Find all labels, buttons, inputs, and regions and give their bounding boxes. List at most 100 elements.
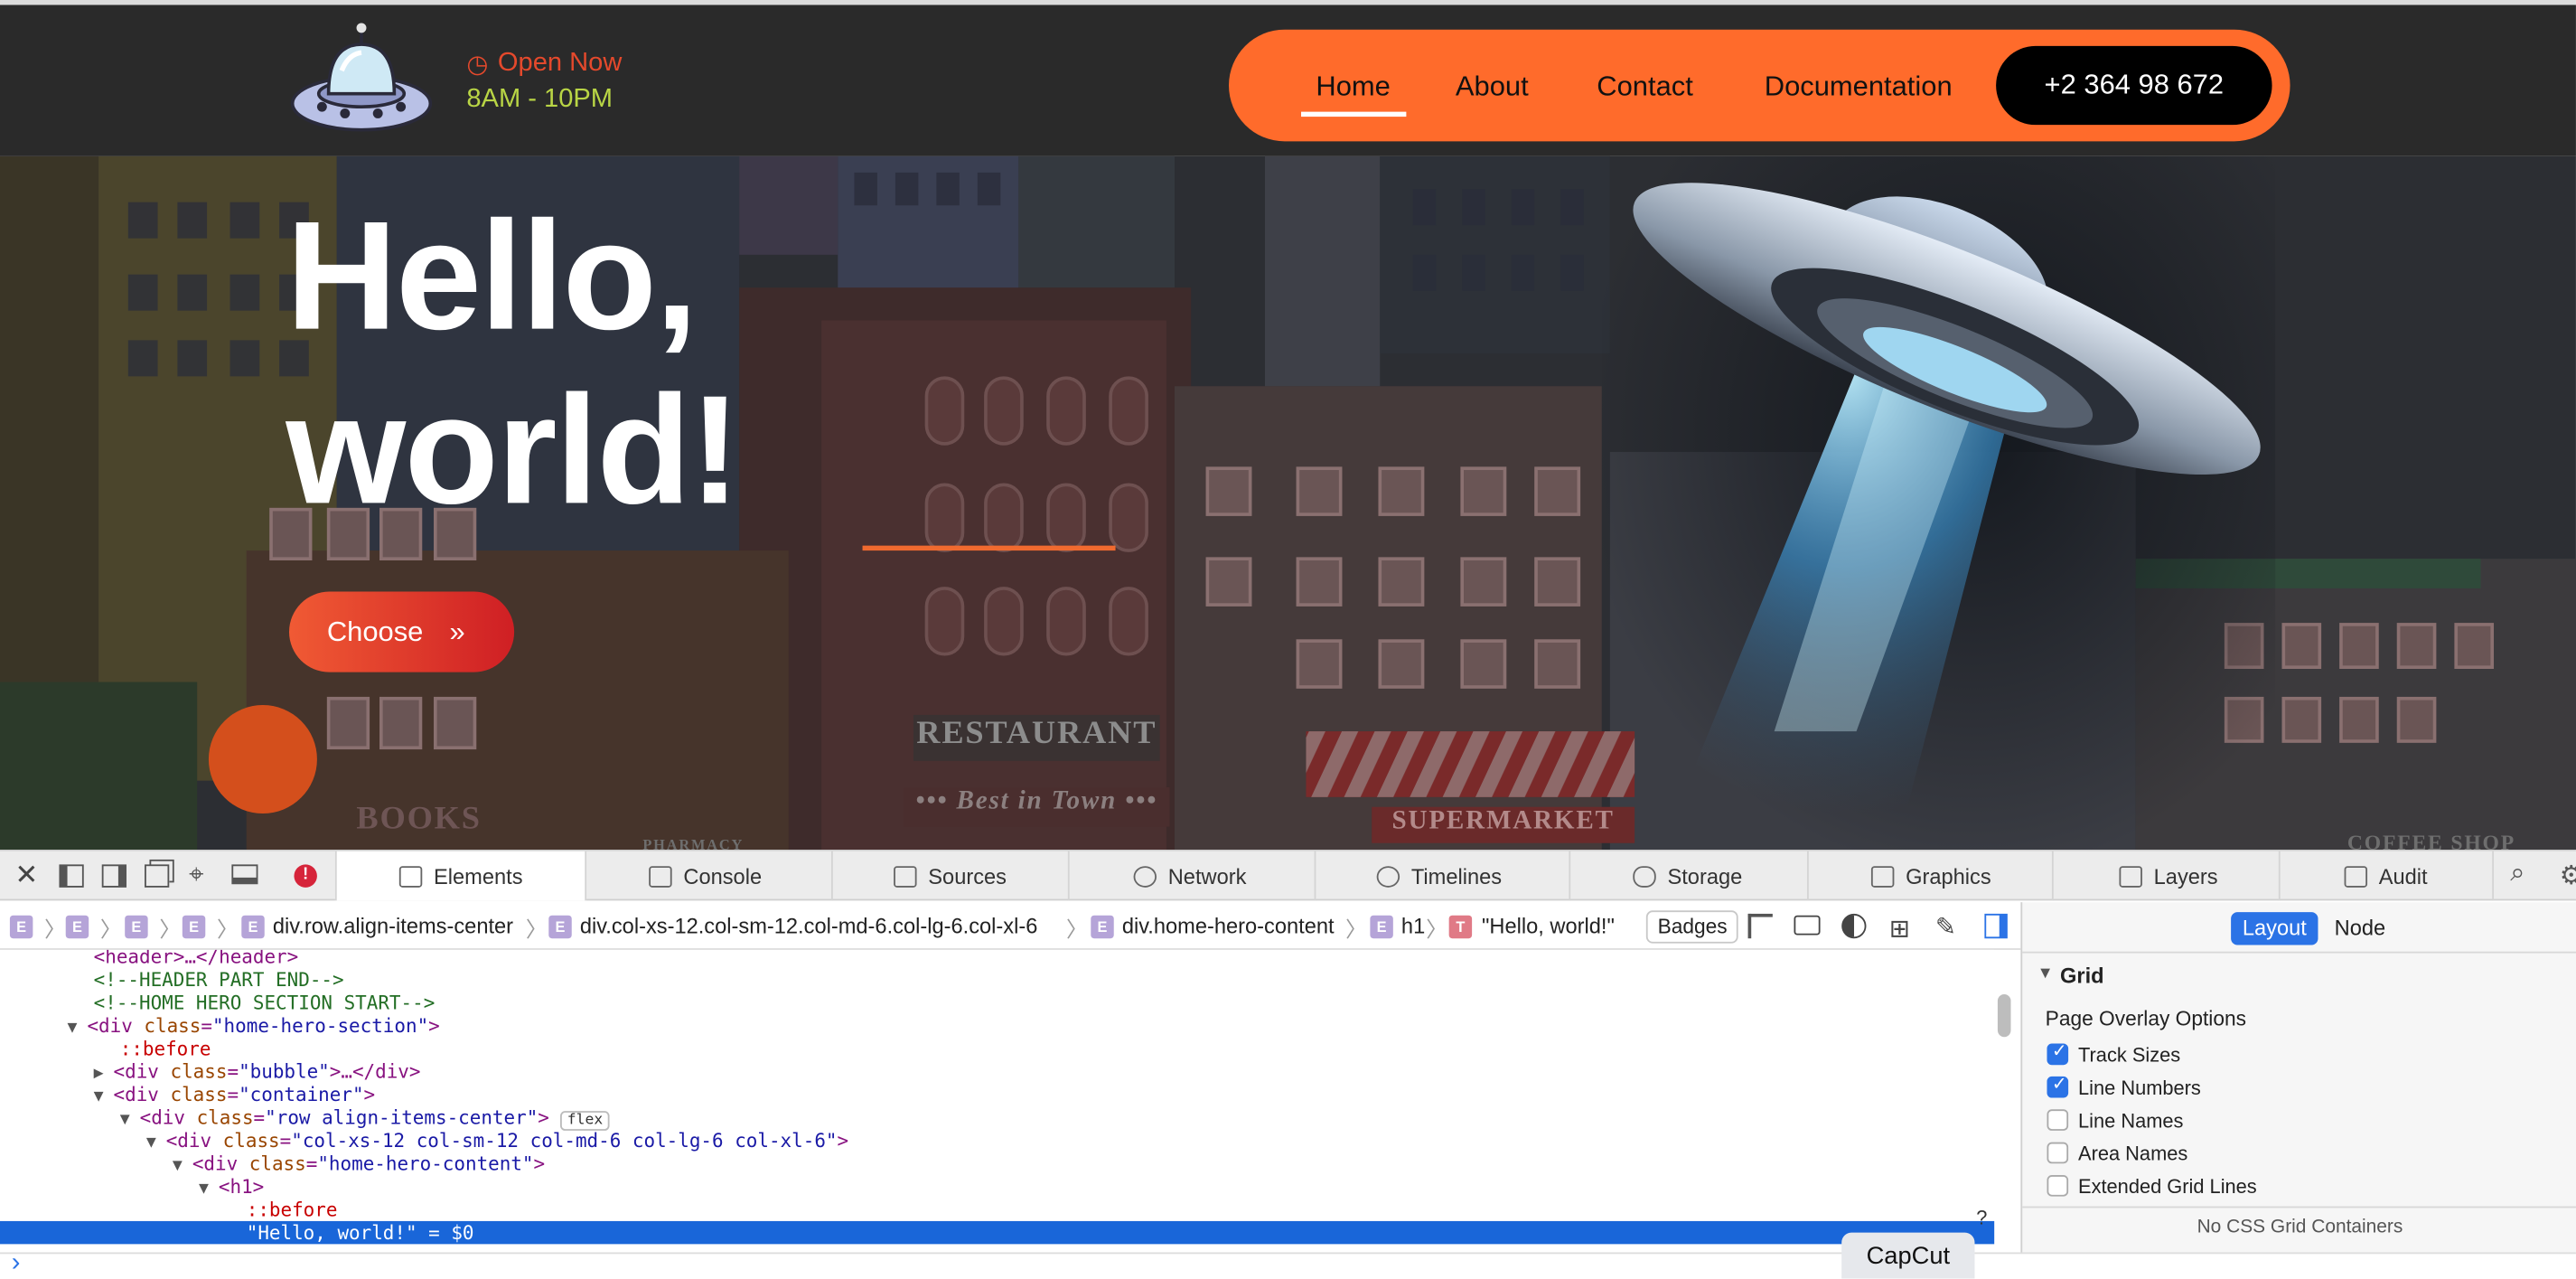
- breadcrumb-separator: 〉: [1066, 917, 1088, 942]
- dom-node[interactable]: ▼ <div class="row align-items-center"> f…: [120, 1106, 1995, 1131]
- breadcrumb-item-hero-content[interactable]: div.home-hero-content: [1122, 914, 1335, 938]
- breadcrumb-item-col[interactable]: div.col-xs-12.col-sm-12.col-md-6.col-lg-…: [580, 914, 1038, 938]
- dom-pseudo-element[interactable]: ::before: [247, 1198, 1995, 1220]
- tab-node[interactable]: Node: [2335, 916, 2386, 940]
- dock-left-icon[interactable]: [59, 864, 84, 888]
- line-names-checkbox[interactable]: [2047, 1109, 2069, 1131]
- dom-node[interactable]: ▼ <div class="home-hero-content">: [173, 1152, 1994, 1175]
- dom-node[interactable]: ▼ <h1>: [199, 1175, 1994, 1198]
- settings-gear-icon[interactable]: ⚙: [2560, 860, 2576, 892]
- audit-tab-icon: [2344, 865, 2368, 887]
- tab-storage[interactable]: Storage: [1570, 851, 1809, 901]
- best-in-town-sign: ••• Best in Town •••: [904, 786, 1170, 827]
- tab-layers[interactable]: Layers: [2054, 851, 2281, 901]
- rulers-icon[interactable]: [1747, 913, 1773, 939]
- elements-tab-icon: [398, 865, 423, 887]
- choose-button[interactable]: Choose »: [289, 591, 515, 672]
- tab-elements[interactable]: Elements: [334, 851, 587, 901]
- edit-brush-icon[interactable]: ✎: [1935, 912, 1956, 942]
- element-badge[interactable]: E: [9, 915, 33, 939]
- help-icon[interactable]: ?: [1976, 1207, 1987, 1229]
- dom-scrollbar[interactable]: [1997, 994, 2011, 1038]
- line-numbers-checkbox[interactable]: ✓: [2047, 1075, 2069, 1098]
- hero-title: Hello, world!: [286, 189, 741, 537]
- details-sidebar: Layout Node ▼ Grid Page Overlay Options …: [2020, 902, 2576, 1279]
- disclosure-triangle-icon[interactable]: ▼: [2037, 964, 2054, 983]
- supermarket-sign: SUPERMARKET: [1372, 806, 1635, 843]
- breadcrumb-separator: 〉: [44, 917, 66, 942]
- dom-node[interactable]: ▼ <div class="home-hero-section">: [68, 1014, 1995, 1037]
- error-indicator-icon[interactable]: !: [294, 864, 317, 888]
- device-preview-icon[interactable]: [231, 864, 258, 885]
- breadcrumb: E 〉 E 〉 E 〉 E 〉 E div.row.align-items-ce…: [0, 902, 2021, 950]
- storage-tab-icon: [1633, 865, 1656, 887]
- dom-pseudo-element[interactable]: ::before: [120, 1037, 1995, 1059]
- dock-right-icon[interactable]: [101, 864, 127, 888]
- element-badge[interactable]: E: [182, 915, 206, 939]
- pharmacy-sign: PHARMACY: [642, 836, 745, 851]
- ufo-logo-icon[interactable]: [289, 22, 434, 140]
- dom-node[interactable]: ▶ <div class="bubble">…</div>: [94, 1060, 1995, 1083]
- close-inspector-icon[interactable]: ✕: [14, 860, 38, 892]
- element-badge[interactable]: E: [125, 915, 148, 939]
- breadcrumb-item-text[interactable]: "Hello, world!": [1482, 914, 1615, 938]
- dom-node[interactable]: ▼ <div class="col-xs-12 col-sm-12 col-md…: [146, 1129, 1994, 1152]
- line-numbers-label: Line Numbers: [2078, 1076, 2201, 1100]
- phone-button[interactable]: +2 364 98 672: [1996, 45, 2272, 126]
- tab-layout[interactable]: Layout: [2231, 912, 2318, 945]
- tab-timelines[interactable]: Timelines: [1316, 851, 1571, 901]
- element-badge[interactable]: E: [65, 915, 89, 939]
- dom-node[interactable]: ▼ <div class="container">: [94, 1083, 1995, 1105]
- nav-documentation[interactable]: Documentation: [1765, 71, 1953, 103]
- dom-comment[interactable]: <!--HEADER PART END-->: [94, 968, 1995, 991]
- dom-comment[interactable]: <!--HOME HERO SECTION START-->: [94, 991, 1995, 1013]
- grid-overlay-icon[interactable]: ⊞: [1889, 914, 1910, 944]
- search-icon[interactable]: ⌕: [2510, 860, 2524, 889]
- print-styles-icon[interactable]: [1794, 915, 1821, 936]
- capcut-window-tab[interactable]: CapCut: [1841, 1232, 1975, 1279]
- overlay-options-heading: Page Overlay Options: [2045, 1007, 2247, 1031]
- appearance-icon[interactable]: [1841, 913, 1867, 939]
- flex-badge[interactable]: flex: [560, 1111, 610, 1131]
- toggle-sidebar-icon[interactable]: [1984, 913, 2008, 939]
- hero-accent-rule: [862, 545, 1116, 551]
- breadcrumb-item-row[interactable]: div.row.align-items-center: [273, 914, 513, 938]
- element-badge: E: [548, 915, 572, 939]
- nav-contact[interactable]: Contact: [1597, 71, 1693, 103]
- screen: ◷ Open Now 8AM - 10PM Home About Contact…: [0, 0, 2576, 1279]
- no-grid-containers-note: No CSS Grid Containers: [2197, 1218, 2403, 1238]
- clock-icon: ◷: [466, 51, 489, 80]
- element-badge: E: [1370, 915, 1393, 939]
- text-node-badge: T: [1448, 915, 1473, 939]
- element-picker-icon[interactable]: ⌖: [189, 861, 203, 891]
- selected-dom-node[interactable]: "Hello, world!" = $0: [0, 1220, 1995, 1245]
- detach-window-icon[interactable]: [145, 864, 170, 888]
- sources-tab-icon: [894, 865, 917, 887]
- timelines-tab-icon: [1376, 865, 1400, 887]
- open-now-label: Open Now: [497, 49, 623, 78]
- breadcrumb-separator: 〉: [525, 917, 548, 942]
- extended-grid-lines-checkbox[interactable]: [2047, 1175, 2069, 1197]
- dom-node[interactable]: <header>…</header>: [94, 950, 1995, 968]
- website-viewport: ◷ Open Now 8AM - 10PM Home About Contact…: [0, 0, 2576, 851]
- breadcrumb-item-h1[interactable]: h1: [1401, 914, 1425, 938]
- tab-audit[interactable]: Audit: [2281, 851, 2495, 901]
- hero-title-line-1: Hello,: [286, 189, 698, 362]
- hero-section: RESTAURANT ••• Best in Town ••• SUPERMAR…: [0, 155, 2576, 851]
- network-tab-icon: [1133, 865, 1157, 887]
- nav-about[interactable]: About: [1456, 71, 1529, 103]
- active-nav-underline: [1301, 111, 1407, 118]
- nav-home[interactable]: Home: [1316, 71, 1390, 103]
- console-prompt[interactable]: ›: [0, 1249, 2576, 1279]
- grid-section-title[interactable]: Grid: [2060, 963, 2104, 987]
- tab-sources[interactable]: Sources: [833, 851, 1070, 901]
- breadcrumb-separator: 〉: [99, 917, 122, 942]
- tab-console[interactable]: Console: [586, 851, 833, 901]
- decorative-bubble: [208, 705, 317, 814]
- badges-toggle[interactable]: Badges: [1645, 910, 1739, 944]
- tab-network[interactable]: Network: [1070, 851, 1316, 901]
- track-sizes-checkbox[interactable]: ✓: [2047, 1042, 2069, 1066]
- area-names-checkbox[interactable]: [2047, 1142, 2069, 1164]
- books-sign: BOOKS: [356, 800, 482, 837]
- tab-graphics[interactable]: Graphics: [1809, 851, 2054, 901]
